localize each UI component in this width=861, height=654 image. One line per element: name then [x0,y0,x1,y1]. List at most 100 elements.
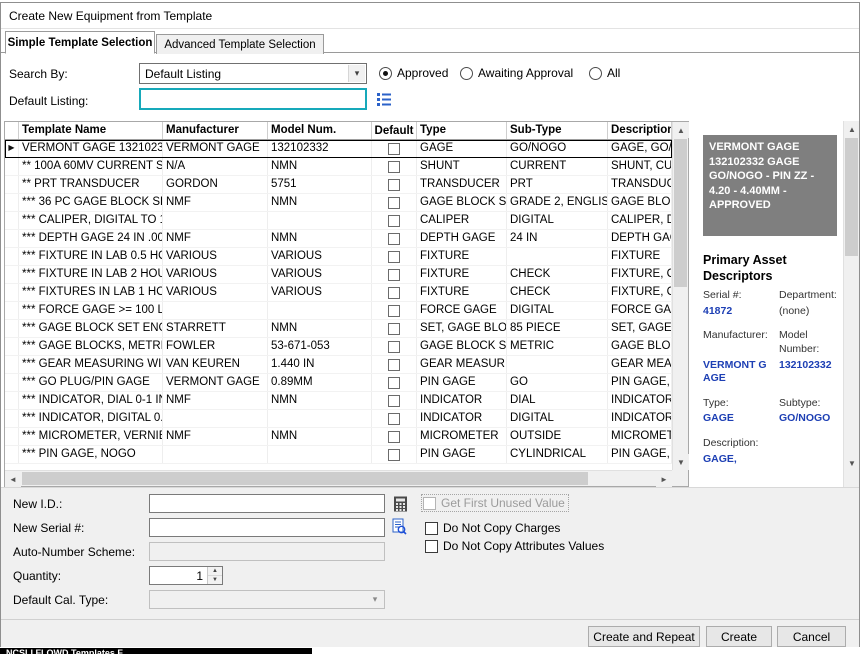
header-default[interactable]: Default [372,122,417,139]
create-and-repeat-button[interactable]: Create and Repeat [588,626,700,647]
table-row[interactable]: *** GAGE BLOCKS, METRICFOWLER53-671-053G… [5,338,672,356]
spinner[interactable]: ▲ ▼ [207,567,222,584]
scroll-down-icon[interactable]: ▼ [673,454,689,470]
default-checkbox[interactable] [388,305,400,317]
chevron-down-icon[interactable]: ▾ [348,65,365,82]
new-id-input[interactable] [149,494,385,513]
header-model-num[interactable]: Model Num. [268,122,372,139]
header-manufacturer[interactable]: Manufacturer [163,122,268,139]
table-row[interactable]: *** PIN GAGE, NOGOPIN GAGECYLINDRICALPIN… [5,446,672,464]
cell-description: FORCE GAGE [608,302,672,319]
model-value[interactable]: 132102332 [779,359,841,386]
default-checkbox[interactable] [388,395,400,407]
scroll-left-icon[interactable]: ◄ [5,471,21,487]
tab-simple-template-selection[interactable]: Simple Template Selection [5,31,155,54]
table-vertical-scrollbar[interactable]: ▲ ▼ [672,122,688,470]
default-checkbox[interactable] [388,377,400,389]
default-listing-input[interactable] [139,88,367,110]
default-checkbox[interactable] [388,233,400,245]
scroll-down-icon[interactable]: ▼ [844,455,859,471]
spin-up-icon[interactable]: ▲ [208,567,222,576]
cell-type: FIXTURE [417,266,507,283]
quantity-stepper[interactable]: ▲ ▼ [149,566,223,585]
table-row[interactable]: *** CALIPER, DIGITAL TO 18CALIPERDIGITAL… [5,212,672,230]
table-row[interactable]: ** PRT TRANSDUCERGORDON5751TRANSDUCERPRT… [5,176,672,194]
cell-type: MICROMETER [417,428,507,445]
detail-vertical-scrollbar[interactable]: ▲ ▼ [843,121,859,487]
default-checkbox[interactable] [388,215,400,227]
default-checkbox[interactable] [388,161,400,173]
cell-manufacturer: VERMONT GAGE [163,140,268,157]
subtype-label: Subtype: [779,397,841,411]
detail-scroll-thumb[interactable] [845,138,858,256]
table-row[interactable]: *** GO PLUG/PIN GAGEVERMONT GAGE0.89MMPI… [5,374,672,392]
create-button[interactable]: Create [706,626,772,647]
table-row[interactable]: *** GAGE BLOCK SET ENGLISHSTARRETTNMNSET… [5,320,672,338]
cell-manufacturer: NMF [163,194,268,211]
table-row[interactable]: ▶VERMONT GAGE 132102332VERMONT GAGE13210… [5,140,672,158]
serial-lookup-icon[interactable] [389,517,409,536]
header-type[interactable]: Type [417,122,507,139]
table-row[interactable]: *** 36 PC GAGE BLOCK SETNMFNMNGAGE BLOCK… [5,194,672,212]
cancel-button[interactable]: Cancel [777,626,846,647]
default-checkbox[interactable] [388,179,400,191]
table-row[interactable]: *** INDICATOR, DIGITAL 0.0INDICATORDIGIT… [5,410,672,428]
checkbox-do-not-copy-attributes-values[interactable]: Do Not Copy Attributes Values [425,539,604,553]
cell-type: FIXTURE [417,248,507,265]
header-sub-type[interactable]: Sub-Type [507,122,608,139]
cell-description: DEPTH GAGE [608,230,672,247]
radio-all[interactable]: All [589,66,620,80]
cell-type: GAGE BLOCK SET [417,194,507,211]
scroll-right-icon[interactable]: ► [656,471,672,487]
table-row[interactable]: ** 100A 60MV CURRENT SHUNTN/ANMNSHUNTCUR… [5,158,672,176]
cell-model-num: NMN [268,158,372,175]
new-serial-input[interactable] [149,518,385,537]
header-template-name[interactable]: Template Name [19,122,163,139]
cell-default [372,284,417,301]
checkbox-do-not-copy-charges[interactable]: Do Not Copy Charges [425,521,560,535]
default-checkbox[interactable] [388,143,400,155]
default-checkbox[interactable] [388,359,400,371]
table-row[interactable]: *** DEPTH GAGE 24 IN .001NMFNMNDEPTH GAG… [5,230,672,248]
table-row[interactable]: *** GEAR MEASURING WIRESVAN KEUREN1.440 … [5,356,672,374]
serial-value[interactable]: 41872 [703,305,773,319]
cell-default [372,248,417,265]
cell-model-num: 132102332 [268,140,372,157]
tab-advanced-template-selection[interactable]: Advanced Template Selection [156,34,324,54]
default-checkbox[interactable] [388,269,400,281]
table-row[interactable]: *** MICROMETER, VERNIERNMFNMNMICROMETERO… [5,428,672,446]
cell-default [372,176,417,193]
subtype-value[interactable]: GO/NOGO [779,412,841,426]
scroll-up-icon[interactable]: ▲ [673,122,689,138]
default-checkbox[interactable] [388,431,400,443]
table-row[interactable]: *** FIXTURE IN LAB 2 HOURVARIOUSVARIOUSF… [5,266,672,284]
table-row[interactable]: *** FIXTURE IN LAB 0.5 HOURVARIOUSVARIOU… [5,248,672,266]
quantity-input[interactable] [150,567,206,584]
table-row[interactable]: *** FORCE GAGE >= 100 LBFORCE GAGEDIGITA… [5,302,672,320]
type-value[interactable]: GAGE [703,412,773,426]
radio-approved[interactable]: Approved [379,66,448,80]
listing-dropdown[interactable]: Default Listing ▾ [139,63,367,84]
checkbox-get-first-unused-value: Get First Unused Value [422,495,568,511]
default-checkbox[interactable] [388,251,400,263]
spin-down-icon[interactable]: ▼ [208,576,222,584]
vertical-scroll-thumb[interactable] [674,139,687,287]
table-row[interactable]: *** INDICATOR, DIAL 0-1 INNMFNMNINDICATO… [5,392,672,410]
listing-icon[interactable] [374,90,394,109]
calculator-icon[interactable] [390,494,410,513]
default-checkbox[interactable] [388,341,400,353]
manufacturer-value[interactable]: VERMONT GAGE [703,359,773,386]
description-value[interactable]: GAGE, [703,453,841,467]
radio-awaiting-approval[interactable]: Awaiting Approval [460,66,573,80]
horizontal-scroll-thumb[interactable] [22,472,588,485]
scroll-up-icon[interactable]: ▲ [844,121,859,137]
table-horizontal-scrollbar[interactable]: ◄ ► [5,470,672,486]
default-checkbox[interactable] [388,413,400,425]
header-description[interactable]: Description [608,122,672,139]
cell-description: TRANSDUCER [608,176,672,193]
table-row[interactable]: *** FIXTURES IN LAB 1 HOURVARIOUSVARIOUS… [5,284,672,302]
default-checkbox[interactable] [388,197,400,209]
default-checkbox[interactable] [388,323,400,335]
default-checkbox[interactable] [388,287,400,299]
default-checkbox[interactable] [388,449,400,461]
